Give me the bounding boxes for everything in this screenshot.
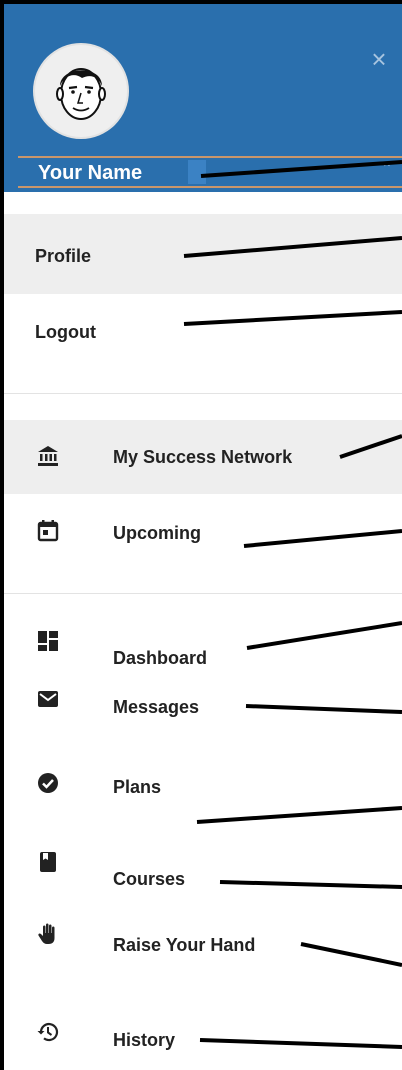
- nav-item-messages[interactable]: Messages: [4, 676, 402, 736]
- divider: [4, 593, 402, 594]
- history-icon: [36, 1020, 60, 1044]
- nav-item-label: Messages: [113, 697, 200, 717]
- account-menu-label: Profile: [35, 246, 92, 266]
- close-button[interactable]: ×: [366, 46, 392, 72]
- divider: [4, 393, 402, 394]
- calendar-icon: [36, 519, 60, 543]
- bank-icon: [36, 444, 60, 468]
- user-name: Your Name: [38, 162, 143, 184]
- chevron-up-icon: ⌃: [381, 160, 393, 176]
- nav-item-label: Upcoming: [113, 523, 201, 543]
- nav-item-upcoming[interactable]: Upcoming: [4, 506, 402, 562]
- dashboard-icon: [36, 629, 60, 653]
- nav-item-label: History: [113, 1030, 176, 1050]
- nav-item-plans[interactable]: Plans: [4, 762, 402, 822]
- nav-item-label: Courses: [113, 869, 186, 889]
- account-menu-logout[interactable]: Logout: [4, 294, 402, 374]
- envelope-icon: [36, 687, 60, 711]
- book-icon: [36, 850, 60, 874]
- account-menu-profile[interactable]: Profile: [4, 214, 402, 294]
- account-menu-label: Logout: [35, 322, 96, 342]
- drawer-header: × Your Name ⌃: [4, 4, 402, 192]
- check-circle-icon: [36, 771, 60, 795]
- avatar[interactable]: [35, 45, 127, 137]
- nav-item-my-success-network[interactable]: My Success Network: [4, 420, 402, 494]
- user-name-bar[interactable]: Your Name ⌃: [18, 156, 402, 188]
- hand-icon: [36, 922, 60, 946]
- nav-item-label: Plans: [113, 777, 162, 797]
- face-icon: [56, 68, 106, 120]
- nav-item-label: My Success Network: [113, 447, 293, 467]
- nav-item-raise-your-hand[interactable]: Raise Your Hand: [4, 910, 402, 970]
- nav-item-label: Dashboard: [113, 648, 208, 668]
- nav-item-history[interactable]: History: [4, 1008, 402, 1068]
- nav-item-courses[interactable]: Courses: [4, 841, 402, 901]
- text-selection-highlight: [188, 160, 206, 184]
- nav-item-label: Raise Your Hand: [113, 935, 256, 955]
- close-icon: ×: [371, 44, 387, 74]
